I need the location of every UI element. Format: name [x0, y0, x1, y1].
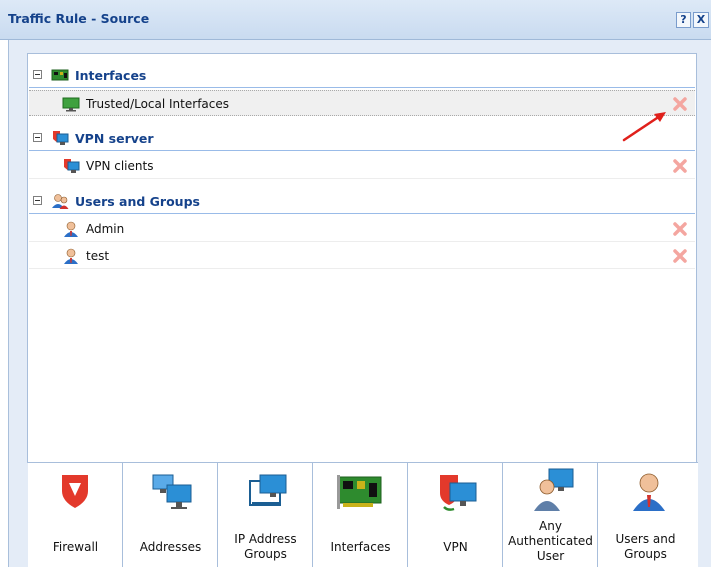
toolbar-button-addresses[interactable]: Addresses	[123, 463, 218, 567]
tree-item-admin[interactable]: Admin	[29, 216, 695, 242]
toolbar-button-firewall[interactable]: Firewall	[28, 463, 123, 567]
toolbar-button-label: Users and Groups	[615, 532, 676, 561]
shield-icon	[62, 475, 88, 508]
window-titlebar: Traffic Rule - Source ? X	[0, 0, 711, 40]
remove-icon[interactable]	[673, 249, 687, 263]
users-group-icon	[52, 194, 69, 209]
tree-group-vpn-server[interactable]: VPN server	[29, 126, 695, 151]
network-card-icon	[337, 475, 382, 509]
user-icon	[633, 473, 665, 511]
toolbar-button-label: IP Address Groups	[234, 532, 297, 561]
toolbar-button-label: VPN	[443, 539, 468, 554]
dialog-body: Interfaces Trusted/Local Interfaces VPN …	[8, 40, 711, 567]
collapse-toggle-icon[interactable]	[33, 133, 42, 142]
toolbar-button-any-authenticated-user[interactable]: Any Authenticated User	[503, 463, 598, 567]
toolbar-button-ip-address-groups[interactable]: IP Address Groups	[218, 463, 313, 567]
help-button[interactable]: ?	[676, 12, 691, 28]
network-card-icon	[51, 69, 69, 81]
computers-icon	[152, 474, 192, 509]
annotation-arrow-icon	[622, 112, 666, 142]
tree-item-vpn-clients[interactable]: VPN clients	[29, 153, 695, 179]
collapse-toggle-icon[interactable]	[33, 70, 42, 79]
vpn-server-icon	[53, 131, 69, 145]
tree-group-label: VPN server	[75, 131, 154, 146]
tree-item-label: test	[86, 249, 110, 263]
ip-group-icon	[249, 474, 287, 506]
toolbar-button-users-and-groups[interactable]: Users and Groups	[598, 463, 698, 567]
remove-icon[interactable]	[673, 222, 687, 236]
toolbar-button-label: Firewall	[52, 539, 99, 554]
user-icon	[64, 221, 78, 237]
tree-item-label: Trusted/Local Interfaces	[86, 97, 229, 111]
tree-item-label: Admin	[86, 222, 125, 236]
tree-item-trusted-local-interfaces[interactable]: Trusted/Local Interfaces	[29, 90, 695, 116]
tree-group-interfaces[interactable]: Interfaces	[29, 63, 695, 88]
remove-icon[interactable]	[673, 159, 687, 173]
tree-group-label: Users and Groups	[75, 194, 200, 209]
toolbar-button-label: Any Authenticated User	[508, 518, 593, 563]
monitor-icon	[62, 97, 80, 112]
tree-group-label: Interfaces	[75, 68, 147, 83]
vpn-client-icon	[64, 159, 80, 173]
toolbar-button-label: Interfaces	[330, 539, 391, 554]
source-tree-panel: Interfaces Trusted/Local Interfaces VPN …	[27, 53, 697, 463]
tree-item-label: VPN clients	[86, 159, 154, 173]
window-title: Traffic Rule - Source	[8, 11, 150, 26]
toolbar-button-label: Addresses	[139, 539, 202, 554]
tree-item-test[interactable]: test	[29, 243, 695, 269]
tree-group-users-and-groups[interactable]: Users and Groups	[29, 189, 695, 214]
user-icon	[64, 248, 78, 264]
authenticated-user-icon	[534, 468, 574, 511]
remove-icon[interactable]	[673, 97, 687, 111]
toolbar-button-interfaces[interactable]: Interfaces	[313, 463, 408, 567]
vpn-icon	[440, 475, 477, 511]
toolbar-button-vpn[interactable]: VPN	[408, 463, 503, 567]
collapse-toggle-icon[interactable]	[33, 196, 42, 205]
source-type-toolbar: Firewall Addresses IP Address Groups Int…	[28, 462, 698, 567]
close-button[interactable]: X	[693, 12, 709, 28]
